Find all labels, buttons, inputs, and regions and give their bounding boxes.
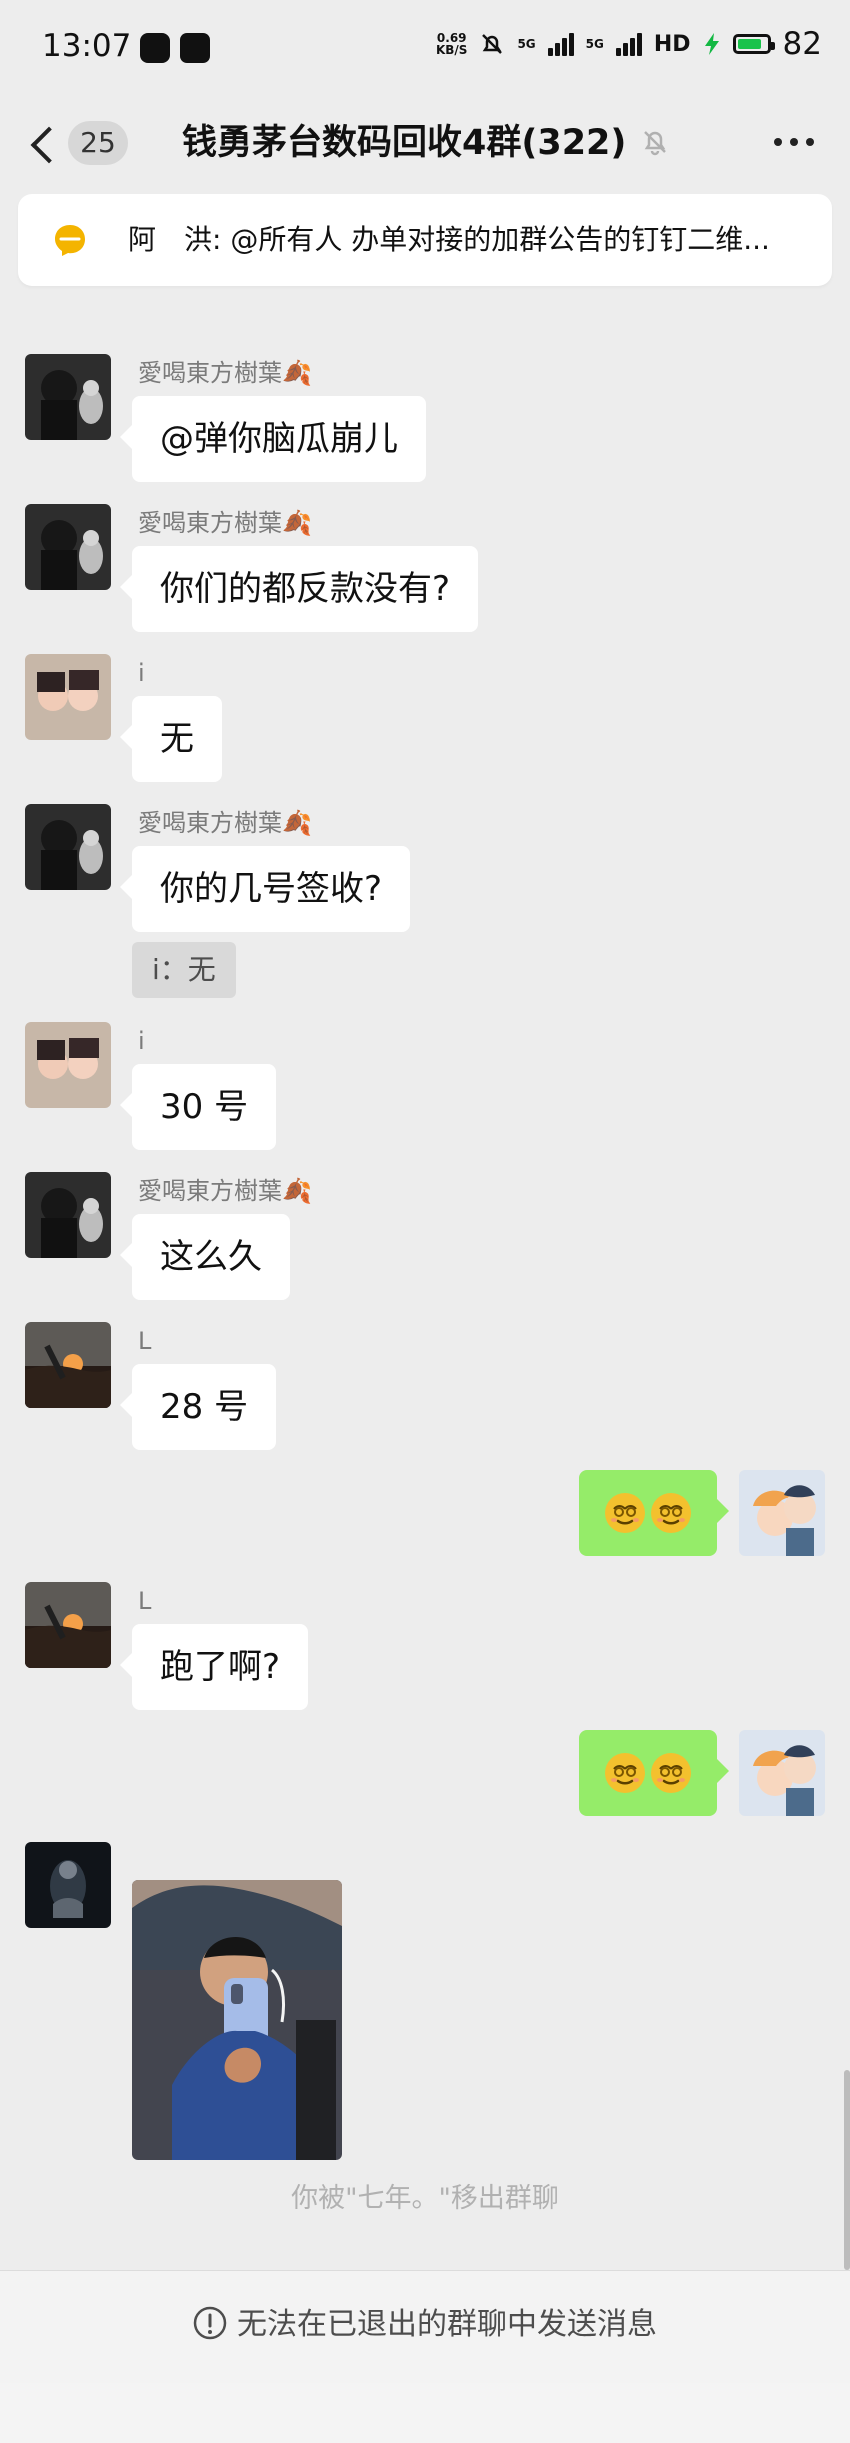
more-dots-icon <box>774 138 782 146</box>
chevron-left-icon <box>30 126 68 164</box>
avatar[interactable] <box>25 1022 111 1108</box>
more-options-button[interactable] <box>774 138 814 150</box>
quoted-message[interactable]: i：无 <box>132 942 236 998</box>
back-button[interactable] <box>28 120 68 166</box>
sender-name: 愛喝東方樹葉🍂 <box>138 509 312 537</box>
my-avatar[interactable] <box>739 1470 825 1556</box>
footer-message: 无法在已退出的群聊中发送消息 <box>0 2303 850 2347</box>
message-bubble[interactable]: 28 号 <box>119 1364 277 1450</box>
sender-name: 愛喝東方樹葉🍂 <box>138 359 312 387</box>
outgoing-sticker-bubble[interactable] <box>579 1470 729 1556</box>
sender-name: L <box>138 1327 152 1355</box>
avatar[interactable] <box>25 1582 111 1668</box>
network-label-2: 5G <box>585 37 604 51</box>
announcement-bulb-icon <box>55 225 85 256</box>
status-notification-icon <box>180 33 210 63</box>
announcement-text: 阿 洪: @所有人 办单对接的加群公告的钉钉二维... <box>128 223 770 256</box>
scrollbar[interactable] <box>844 2070 850 2270</box>
footer-text: 无法在已退出的群聊中发送消息 <box>237 2307 657 2342</box>
group-title: 钱勇茅台数码回收4群(322) <box>182 123 627 163</box>
charging-bolt-icon <box>704 33 719 55</box>
hd-label: HD <box>653 31 691 57</box>
message-bubble[interactable]: 30 号 <box>119 1064 277 1150</box>
status-time: 13:07 <box>42 28 132 64</box>
disabled-input-bar: 无法在已退出的群聊中发送消息 <box>0 2270 850 2383</box>
status-bar: 13:07 0.69 KB/S 5G 5G HD 82 <box>0 0 850 96</box>
message-bubble[interactable]: 你的几号签收? <box>119 846 411 932</box>
chat-header: 25 钱勇茅台数码回收4群(322) <box>0 96 850 192</box>
smile-emoji-icon <box>605 1493 645 1533</box>
sender-name: L <box>138 1587 152 1615</box>
unread-count-badge[interactable]: 25 <box>68 121 128 165</box>
mute-status-icon <box>482 34 503 54</box>
smile-emoji-icon <box>651 1753 691 1793</box>
message-bubble[interactable]: 跑了啊? <box>119 1624 309 1710</box>
message-bubble[interactable]: 无 <box>120 696 222 782</box>
avatar[interactable] <box>25 504 111 590</box>
network-speed: 0.69 KB/S <box>435 31 468 57</box>
info-circle-icon <box>193 2306 227 2340</box>
system-notice: 你被"七年。"移出群聊 <box>291 2183 559 2214</box>
my-avatar[interactable] <box>739 1730 825 1816</box>
avatar[interactable] <box>25 1172 111 1258</box>
group-announcement-banner[interactable]: 阿 洪: @所有人 办单对接的加群公告的钉钉二维... <box>18 194 832 286</box>
avatar[interactable] <box>25 1842 111 1928</box>
signal-1-icon <box>547 32 574 56</box>
sender-name: 愛喝東方樹葉🍂 <box>138 809 312 837</box>
outgoing-sticker-bubble[interactable] <box>579 1730 729 1816</box>
message-bubble[interactable]: 这么久 <box>120 1214 290 1300</box>
smile-emoji-icon <box>651 1493 691 1533</box>
message-list[interactable]: 愛喝東方樹葉🍂 @弹你脑瓜崩儿 愛喝東方樹葉🍂 你们的都反款没有? i 无 愛喝… <box>0 318 850 2263</box>
avatar[interactable] <box>25 1322 111 1408</box>
signal-2-icon <box>615 32 642 56</box>
status-right-cluster: 0.69 KB/S 5G 5G HD 82 <box>436 26 822 62</box>
sender-name: 愛喝東方樹葉🍂 <box>138 1177 312 1205</box>
sender-name: i <box>138 1027 145 1055</box>
smile-emoji-icon <box>605 1753 645 1793</box>
avatar[interactable] <box>25 654 111 740</box>
battery-level: 82 <box>782 26 822 62</box>
message-bubble[interactable]: 你们的都反款没有? <box>119 546 479 632</box>
avatar[interactable] <box>25 804 111 890</box>
network-label-1: 5G <box>517 37 536 51</box>
battery-icon <box>732 34 775 54</box>
home-indicator-area <box>0 2383 850 2443</box>
battery-fill <box>737 39 761 49</box>
sender-name: i <box>138 659 145 687</box>
status-app-icon <box>140 33 170 63</box>
avatar[interactable] <box>25 354 111 440</box>
image-message[interactable] <box>132 1880 342 2160</box>
message-bubble[interactable]: @弹你脑瓜崩儿 <box>120 396 426 482</box>
mute-bell-icon <box>644 131 666 156</box>
